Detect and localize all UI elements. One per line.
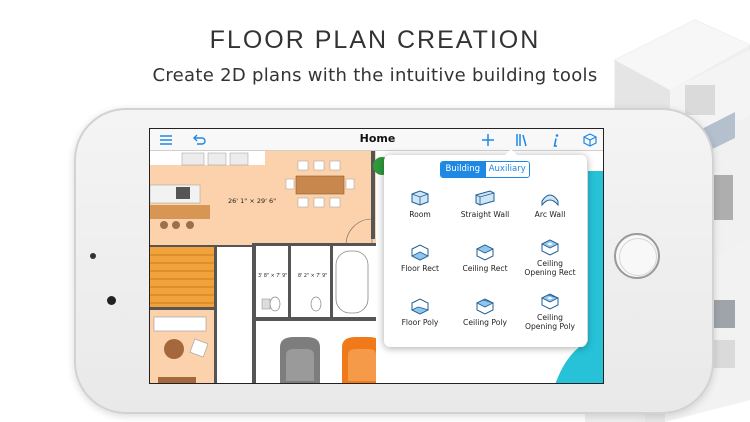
app-navbar: Home: [150, 129, 603, 151]
tool-ceiling-opening-rect[interactable]: Ceiling Opening Rect: [517, 238, 583, 277]
building-tools-popover: Building Auxiliary Room Straight Wall Ar…: [384, 149, 587, 347]
headline: FLOOR PLAN CREATION: [209, 26, 541, 54]
3d-box-icon[interactable]: [582, 132, 598, 148]
tool-ceiling-poly-label: Ceiling Poly: [463, 318, 507, 327]
tool-arc-wall[interactable]: Arc Wall: [517, 189, 583, 219]
tool-ceiling-opening-poly-label: Ceiling Opening Poly: [517, 313, 583, 331]
page-title: Home: [359, 132, 396, 145]
books-library-icon[interactable]: [514, 132, 530, 148]
ceiling-poly-icon: [476, 298, 495, 315]
tool-arc-wall-label: Arc Wall: [534, 210, 566, 219]
tool-ceiling-poly[interactable]: Ceiling Poly: [452, 297, 518, 327]
phone-camera: [107, 296, 116, 305]
plus-icon[interactable]: [480, 132, 496, 148]
straight-wall-icon: [475, 190, 495, 206]
tool-ceiling-opening-rect-label-line2: Opening Rect: [524, 268, 576, 277]
bath1-dimension-label: 3' 8" × 7' 9": [258, 273, 287, 279]
floor-rect-icon: [411, 244, 429, 261]
tool-floor-rect[interactable]: Floor Rect: [387, 243, 453, 273]
room-dimension-label: 26' 1" × 29' 6": [228, 197, 276, 205]
app-screen: Home 26' 1" × 29' 6" 3' 8" × 7' 9" 8' 2"…: [149, 128, 604, 384]
tool-straight-wall[interactable]: Straight Wall: [452, 189, 518, 219]
arc-wall-icon: [541, 194, 559, 207]
subheadline: Create 2D plans with the intuitive build…: [152, 65, 598, 86]
tool-floor-rect-label: Floor Rect: [400, 264, 440, 273]
tool-straight-wall-label: Straight Wall: [460, 210, 510, 219]
ceiling-rect-icon: [476, 244, 494, 261]
info-icon[interactable]: [548, 132, 564, 148]
tab-auxiliary[interactable]: Auxiliary: [484, 162, 529, 177]
ceiling-opening-poly-icon: [541, 293, 560, 310]
tool-ceiling-opening-rect-label: Ceiling Opening Rect: [517, 259, 583, 277]
tool-floor-poly[interactable]: Floor Poly: [387, 297, 453, 327]
room-icon: [411, 190, 429, 206]
tool-floor-poly-label: Floor Poly: [401, 318, 439, 327]
floor-poly-icon: [411, 298, 430, 315]
tool-room[interactable]: Room: [387, 189, 453, 219]
tool-ceiling-opening-poly[interactable]: Ceiling Opening Poly: [517, 292, 583, 331]
tool-ceiling-opening-poly-label-line1: Ceiling: [537, 313, 563, 322]
tool-category-segmented-control: Building Auxiliary: [440, 161, 530, 178]
ceiling-opening-rect-icon: [541, 239, 559, 256]
bath2-dimension-label: 8' 2" × 7' 9": [298, 273, 327, 279]
tool-ceiling-opening-rect-label-line1: Ceiling: [537, 259, 563, 268]
tool-ceiling-rect[interactable]: Ceiling Rect: [452, 243, 518, 273]
tool-ceiling-rect-label: Ceiling Rect: [462, 264, 508, 273]
phone-sensor: [90, 253, 96, 259]
phone-home-button[interactable]: [614, 233, 660, 279]
tool-room-label: Room: [409, 210, 431, 219]
tool-ceiling-opening-poly-label-line2: Opening Poly: [525, 322, 575, 331]
tab-building[interactable]: Building: [441, 162, 485, 177]
